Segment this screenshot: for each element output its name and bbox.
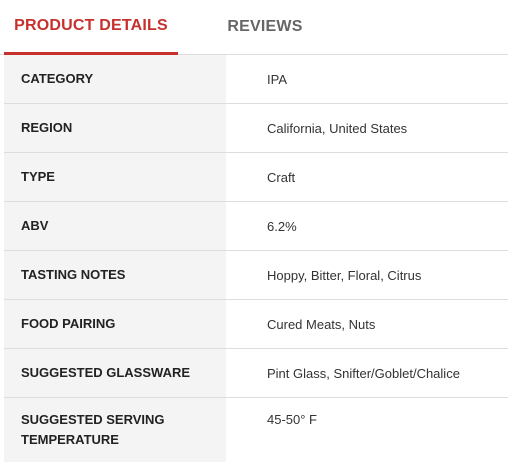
detail-label: CATEGORY <box>4 55 226 103</box>
detail-value: California, United States <box>267 120 408 136</box>
detail-row-serving-temperature: SUGGESTED SERVING TEMPERATURE 45-50° F <box>4 398 508 462</box>
detail-row-glassware: SUGGESTED GLASSWARE Pint Glass, Snifter/… <box>4 349 508 398</box>
detail-label: ABV <box>4 202 226 250</box>
product-details-table: CATEGORY IPA REGION California, United S… <box>4 55 508 462</box>
detail-label: SUGGESTED SERVING TEMPERATURE <box>4 398 226 462</box>
detail-row-category: CATEGORY IPA <box>4 55 508 104</box>
detail-row-abv: ABV 6.2% <box>4 202 508 251</box>
detail-label: TYPE <box>4 153 226 201</box>
detail-value: Pint Glass, Snifter/Goblet/Chalice <box>267 365 460 381</box>
detail-value: 45-50° F <box>267 412 318 427</box>
detail-value: Craft <box>267 169 296 185</box>
detail-row-tasting-notes: TASTING NOTES Hoppy, Bitter, Floral, Cit… <box>4 251 508 300</box>
detail-value: IPA <box>267 71 287 87</box>
detail-label: TASTING NOTES <box>4 251 226 299</box>
tab-reviews[interactable]: REVIEWS <box>178 0 352 55</box>
detail-label: SUGGESTED GLASSWARE <box>4 349 226 397</box>
detail-row-food-pairing: FOOD PAIRING Cured Meats, Nuts <box>4 300 508 349</box>
detail-value: Cured Meats, Nuts <box>267 316 376 332</box>
detail-row-region: REGION California, United States <box>4 104 508 153</box>
detail-label: FOOD PAIRING <box>4 300 226 348</box>
product-tabs: PRODUCT DETAILS REVIEWS <box>0 0 508 55</box>
detail-row-type: TYPE Craft <box>4 153 508 202</box>
detail-value: Hoppy, Bitter, Floral, Citrus <box>267 267 422 283</box>
detail-value: 6.2% <box>267 218 297 234</box>
detail-label: REGION <box>4 104 226 152</box>
tab-product-details[interactable]: PRODUCT DETAILS <box>4 0 178 55</box>
